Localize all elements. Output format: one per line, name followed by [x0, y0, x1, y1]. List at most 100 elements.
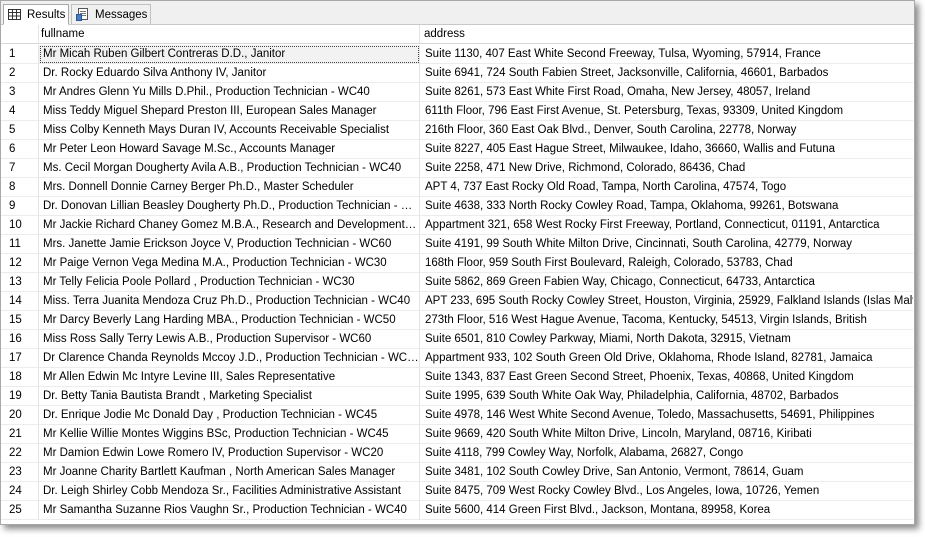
- cell-fullname[interactable]: Mrs. Donnell Donnie Carney Berger Ph.D.,…: [39, 178, 420, 197]
- table-row[interactable]: 4 Miss Teddy Miguel Shepard Preston III, …: [1, 102, 913, 121]
- cell-address[interactable]: Suite 4978, 146 West White Second Avenue…: [420, 406, 913, 425]
- cell-fullname[interactable]: Miss Colby Kenneth Mays Duran IV, Accoun…: [39, 121, 420, 140]
- table-row[interactable]: 11 Mrs. Janette Jamie Erickson Joyce V, P…: [1, 235, 913, 254]
- row-number-header[interactable]: [1, 25, 39, 44]
- row-number[interactable]: 9: [1, 197, 39, 216]
- table-row[interactable]: 25 Mr Samantha Suzanne Rios Vaughn Sr., P…: [1, 501, 913, 520]
- cell-address[interactable]: Suite 8261, 573 East White First Road, O…: [420, 83, 913, 102]
- row-number[interactable]: 15: [1, 311, 39, 330]
- column-header-address[interactable]: address: [420, 25, 913, 44]
- table-row[interactable]: 6 Mr Peter Leon Howard Savage M.Sc., Acco…: [1, 140, 913, 159]
- cell-address[interactable]: APT 4, 737 East Rocky Old Road, Tampa, N…: [420, 178, 913, 197]
- cell-fullname[interactable]: Mr Jackie Richard Chaney Gomez M.B.A., R…: [39, 216, 420, 235]
- row-number[interactable]: 20: [1, 406, 39, 425]
- table-row[interactable]: 12 Mr Paige Vernon Vega Medina M.A., Prod…: [1, 254, 913, 273]
- row-number[interactable]: 21: [1, 425, 39, 444]
- table-row[interactable]: 16 Miss Ross Sally Terry Lewis A.B., Prod…: [1, 330, 913, 349]
- results-grid[interactable]: fullname address 1 Mr Micah Ruben Gilbert…: [1, 25, 913, 524]
- row-number[interactable]: 6: [1, 140, 39, 159]
- cell-address[interactable]: Suite 6501, 810 Cowley Parkway, Miami, N…: [420, 330, 913, 349]
- row-number[interactable]: 10: [1, 216, 39, 235]
- cell-fullname[interactable]: Mrs. Janette Jamie Erickson Joyce V, Pro…: [39, 235, 420, 254]
- row-number[interactable]: 23: [1, 463, 39, 482]
- row-number[interactable]: 1: [1, 45, 39, 64]
- cell-fullname[interactable]: Dr Clarence Chanda Reynolds Mccoy J.D., …: [39, 349, 420, 368]
- cell-address[interactable]: Suite 5600, 414 Green First Blvd., Jacks…: [420, 501, 913, 520]
- cell-address[interactable]: Suite 4638, 333 North Rocky Cowley Road,…: [420, 197, 913, 216]
- cell-fullname[interactable]: Mr Allen Edwin Mc Intyre Levine III, Sal…: [39, 368, 420, 387]
- cell-address[interactable]: Suite 5862, 869 Green Fabien Way, Chicag…: [420, 273, 913, 292]
- row-number[interactable]: 2: [1, 64, 39, 83]
- cell-fullname[interactable]: Dr. Rocky Eduardo Silva Anthony IV, Jani…: [39, 64, 420, 83]
- table-row[interactable]: 1 Mr Micah Ruben Gilbert Contreras D.D., …: [1, 45, 913, 64]
- cell-fullname[interactable]: Dr. Leigh Shirley Cobb Mendoza Sr., Faci…: [39, 482, 420, 501]
- row-number[interactable]: 18: [1, 368, 39, 387]
- row-number[interactable]: 7: [1, 159, 39, 178]
- cell-address[interactable]: APT 233, 695 South Rocky Cowley Street, …: [420, 292, 913, 311]
- cell-fullname[interactable]: Ms. Cecil Morgan Dougherty Avila A.B., P…: [39, 159, 420, 178]
- table-row[interactable]: 21 Mr Kellie Willie Montes Wiggins BSc, P…: [1, 425, 913, 444]
- cell-fullname[interactable]: Mr Samantha Suzanne Rios Vaughn Sr., Pro…: [39, 501, 420, 520]
- table-row[interactable]: 15 Mr Darcy Beverly Lang Harding MBA., Pr…: [1, 311, 913, 330]
- row-number[interactable]: 13: [1, 273, 39, 292]
- cell-fullname[interactable]: Dr. Donovan Lillian Beasley Dougherty Ph…: [39, 197, 420, 216]
- cell-address[interactable]: Suite 2258, 471 New Drive, Richmond, Col…: [420, 159, 913, 178]
- table-row[interactable]: 5 Miss Colby Kenneth Mays Duran IV, Accou…: [1, 121, 913, 140]
- cell-address[interactable]: Suite 1130, 407 East White Second Freewa…: [420, 45, 913, 64]
- row-number[interactable]: 17: [1, 349, 39, 368]
- cell-fullname[interactable]: Mr Kellie Willie Montes Wiggins BSc, Pro…: [39, 425, 420, 444]
- cell-fullname[interactable]: Mr Paige Vernon Vega Medina M.A., Produc…: [39, 254, 420, 273]
- cell-fullname[interactable]: Mr Micah Ruben Gilbert Contreras D.D., J…: [39, 45, 420, 64]
- cell-fullname[interactable]: Mr Peter Leon Howard Savage M.Sc., Accou…: [39, 140, 420, 159]
- table-row[interactable]: 14 Miss. Terra Juanita Mendoza Cruz Ph.D.…: [1, 292, 913, 311]
- table-row[interactable]: 2 Dr. Rocky Eduardo Silva Anthony IV, Jan…: [1, 64, 913, 83]
- row-number[interactable]: 25: [1, 501, 39, 520]
- cell-fullname[interactable]: Miss Teddy Miguel Shepard Preston III, E…: [39, 102, 420, 121]
- cell-address[interactable]: 216th Floor, 360 East Oak Blvd., Denver,…: [420, 121, 913, 140]
- cell-address[interactable]: Appartment 321, 658 West Rocky First Fre…: [420, 216, 913, 235]
- cell-address[interactable]: Suite 1343, 837 East Green Second Street…: [420, 368, 913, 387]
- tab-messages[interactable]: Messages: [71, 4, 151, 24]
- cell-address[interactable]: 168th Floor, 959 South First Boulevard, …: [420, 254, 913, 273]
- cell-fullname[interactable]: Miss. Terra Juanita Mendoza Cruz Ph.D., …: [39, 292, 420, 311]
- row-number[interactable]: 16: [1, 330, 39, 349]
- table-row[interactable]: 23 Mr Joanne Charity Bartlett Kaufman , N…: [1, 463, 913, 482]
- cell-fullname[interactable]: Mr Damion Edwin Lowe Romero IV, Producti…: [39, 444, 420, 463]
- cell-address[interactable]: Suite 3481, 102 South Cowley Drive, San …: [420, 463, 913, 482]
- row-number[interactable]: 24: [1, 482, 39, 501]
- table-row[interactable]: 17 Dr Clarence Chanda Reynolds Mccoy J.D.…: [1, 349, 913, 368]
- cell-fullname[interactable]: Mr Telly Felicia Poole Pollard , Product…: [39, 273, 420, 292]
- table-row[interactable]: 8 Mrs. Donnell Donnie Carney Berger Ph.D.…: [1, 178, 913, 197]
- row-number[interactable]: 3: [1, 83, 39, 102]
- table-row[interactable]: 9 Dr. Donovan Lillian Beasley Dougherty P…: [1, 197, 913, 216]
- table-row[interactable]: 22 Mr Damion Edwin Lowe Romero IV, Produc…: [1, 444, 913, 463]
- table-row[interactable]: 13 Mr Telly Felicia Poole Pollard , Produ…: [1, 273, 913, 292]
- cell-address[interactable]: 611th Floor, 796 East First Avenue, St. …: [420, 102, 913, 121]
- row-number[interactable]: 5: [1, 121, 39, 140]
- table-row[interactable]: 10 Mr Jackie Richard Chaney Gomez M.B.A.,…: [1, 216, 913, 235]
- table-row[interactable]: 3 Mr Andres Glenn Yu Mills D.Phil., Produ…: [1, 83, 913, 102]
- row-number[interactable]: 22: [1, 444, 39, 463]
- cell-address[interactable]: Suite 6941, 724 South Fabien Street, Jac…: [420, 64, 913, 83]
- table-row[interactable]: 24 Dr. Leigh Shirley Cobb Mendoza Sr., Fa…: [1, 482, 913, 501]
- table-row[interactable]: 20 Dr. Enrique Jodie Mc Donald Day , Prod…: [1, 406, 913, 425]
- cell-fullname[interactable]: Mr Andres Glenn Yu Mills D.Phil., Produc…: [39, 83, 420, 102]
- column-header-fullname[interactable]: fullname: [39, 25, 420, 44]
- cell-fullname[interactable]: Mr Joanne Charity Bartlett Kaufman , Nor…: [39, 463, 420, 482]
- cell-address[interactable]: 273th Floor, 516 West Hague Avenue, Taco…: [420, 311, 913, 330]
- row-number[interactable]: 11: [1, 235, 39, 254]
- cell-address[interactable]: Suite 8475, 709 West Rocky Cowley Blvd.,…: [420, 482, 913, 501]
- table-row[interactable]: 18 Mr Allen Edwin Mc Intyre Levine III, S…: [1, 368, 913, 387]
- tab-results[interactable]: Results: [3, 4, 69, 25]
- cell-address[interactable]: Suite 9669, 420 South White Milton Drive…: [420, 425, 913, 444]
- cell-address[interactable]: Suite 4118, 799 Cowley Way, Norfolk, Ala…: [420, 444, 913, 463]
- row-number[interactable]: 8: [1, 178, 39, 197]
- cell-address[interactable]: Suite 1995, 639 South White Oak Way, Phi…: [420, 387, 913, 406]
- row-number[interactable]: 19: [1, 387, 39, 406]
- cell-fullname[interactable]: Miss Ross Sally Terry Lewis A.B., Produc…: [39, 330, 420, 349]
- row-number[interactable]: 4: [1, 102, 39, 121]
- cell-address[interactable]: Appartment 933, 102 South Green Old Driv…: [420, 349, 913, 368]
- cell-fullname[interactable]: Dr. Enrique Jodie Mc Donald Day , Produc…: [39, 406, 420, 425]
- cell-address[interactable]: Suite 8227, 405 East Hague Street, Milwa…: [420, 140, 913, 159]
- row-number[interactable]: 14: [1, 292, 39, 311]
